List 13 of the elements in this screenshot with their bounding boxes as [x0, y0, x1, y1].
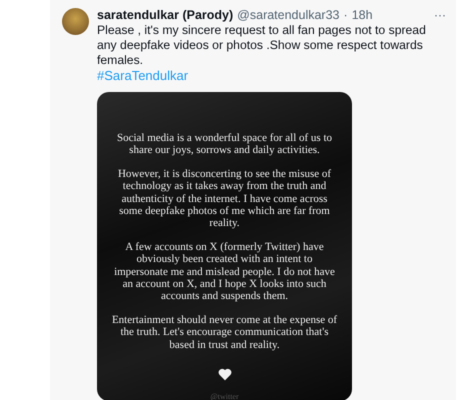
story-paragraph: However, it is disconcerting to see the misuse of technology as it takes away from the truth and authenticity of the internet. I have come across some deepfake photos of me which are far from reality. [116, 168, 332, 230]
story-paragraph: A few accounts on X (formerly Twitter) have obviously been created with an intent to impersonate me and mislead people. I do not have an account on X, and I hope X looks into such accounts and suspends them. [113, 240, 336, 303]
story-paragraph: Social media is a wonderful space for all of us to share our joys, sorrows and daily activities. [116, 132, 334, 157]
avatar[interactable] [62, 8, 89, 35]
handle[interactable]: @saratendulkar33 [237, 8, 340, 22]
tweet-text: Please , it's my sincere request to all fan pages not to spread any deepfake videos or photos .Show some respect towards females. [97, 23, 427, 68]
timestamp[interactable]: 18h [352, 8, 373, 22]
media-image[interactable] [97, 92, 352, 400]
display-name[interactable]: saratendulkar (Parody) [97, 8, 234, 22]
more-button[interactable]: ··· [434, 8, 446, 22]
heart-icon [218, 368, 232, 382]
separator: · [344, 8, 348, 22]
story-paragraph: Entertainment should never come at the expense of the truth. Let's encourage communication that's based in trust and reality. [110, 314, 338, 352]
